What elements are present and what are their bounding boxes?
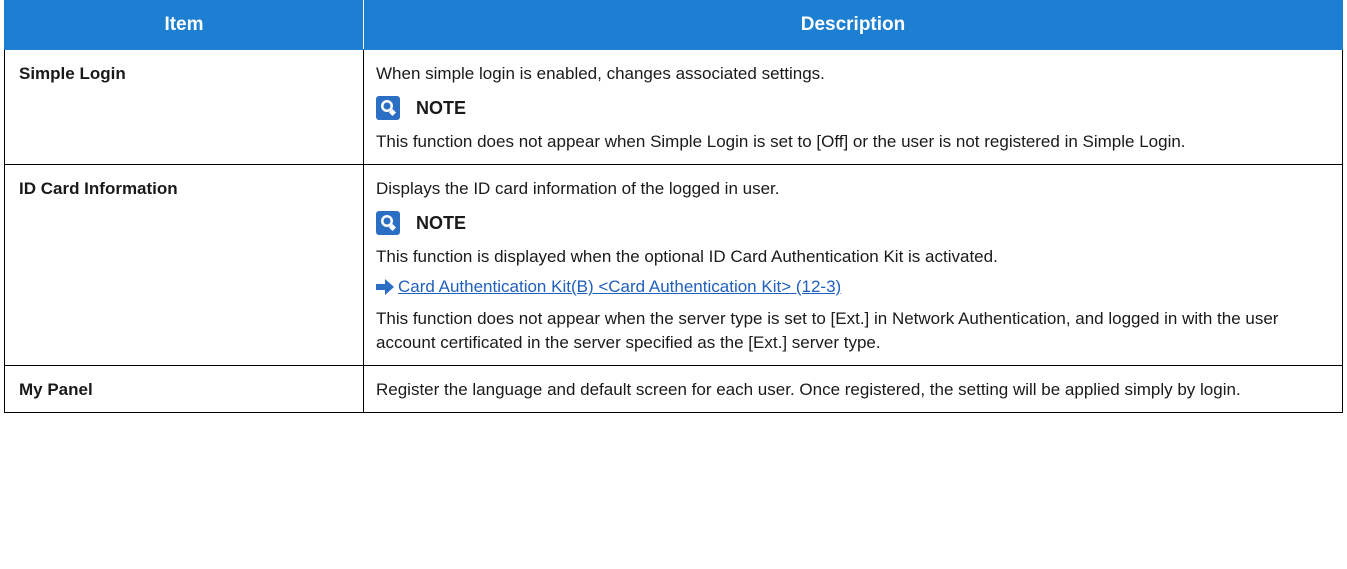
description-text: This function does not appear when the s… — [376, 309, 1279, 352]
table-header-row: Item Description — [4, 0, 1343, 50]
note-label: NOTE — [416, 213, 467, 233]
table-row: ID Card Information Displays the ID card… — [4, 164, 1343, 366]
arrow-right-icon — [376, 279, 394, 295]
settings-table: Item Description Simple Login When simpl… — [4, 0, 1343, 413]
note-text: This function does not appear when Simpl… — [376, 132, 1186, 151]
note-text: This function is displayed when the opti… — [376, 247, 998, 266]
note-bulb-icon — [376, 96, 400, 120]
table-row: Simple Login When simple login is enable… — [4, 49, 1343, 165]
description-cell: Register the language and default screen… — [363, 365, 1343, 413]
settings-table-container: Item Description Simple Login When simpl… — [0, 0, 1347, 413]
note-heading: NOTE — [376, 96, 1330, 120]
item-id-card-information: ID Card Information — [4, 164, 364, 366]
note-heading: NOTE — [376, 211, 1330, 235]
item-simple-login: Simple Login — [4, 49, 364, 165]
header-item: Item — [4, 0, 364, 50]
note-bulb-icon — [376, 211, 400, 235]
note-label: NOTE — [416, 98, 467, 118]
item-my-panel: My Panel — [4, 365, 364, 413]
description-cell: When simple login is enabled, changes as… — [363, 49, 1343, 165]
description-text: When simple login is enabled, changes as… — [376, 64, 825, 83]
description-text: Displays the ID card information of the … — [376, 179, 780, 198]
card-authentication-kit-link[interactable]: Card Authentication Kit(B) <Card Authent… — [398, 275, 841, 299]
header-description: Description — [363, 0, 1343, 50]
description-cell: Displays the ID card information of the … — [363, 164, 1343, 366]
table-row: My Panel Register the language and defau… — [4, 365, 1343, 413]
reference-link-line: Card Authentication Kit(B) <Card Authent… — [376, 275, 1330, 299]
description-text: Register the language and default screen… — [376, 380, 1241, 399]
